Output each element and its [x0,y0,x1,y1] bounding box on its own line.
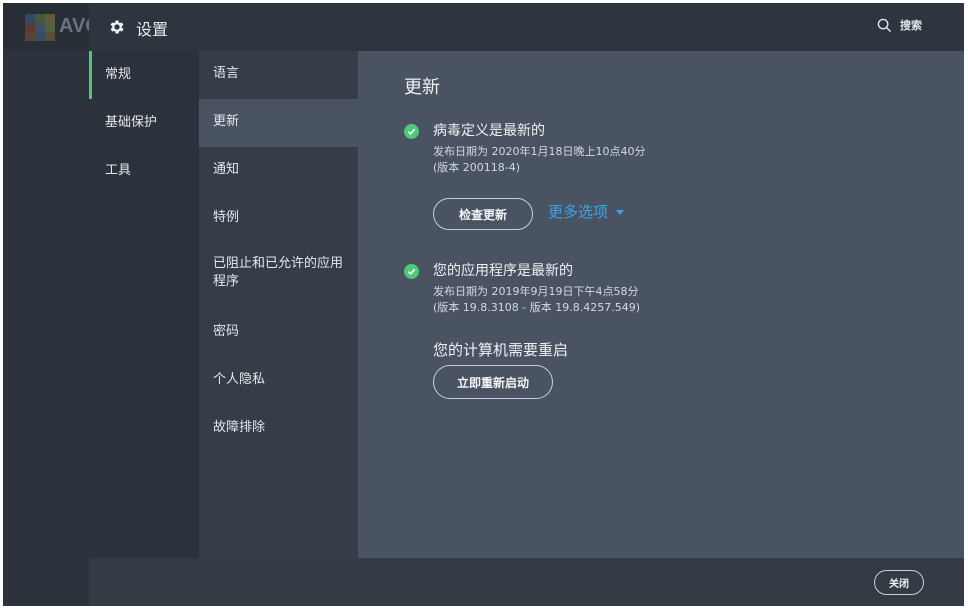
restart-required-text: 您的计算机需要重启 [433,341,569,359]
more-options-label: 更多选项 [548,203,609,221]
subnav-item-label: 已阻止和已允许的应用程序 [213,256,344,289]
restart-now-button[interactable]: 立即重新启动 [433,365,553,399]
subnav-item-notifications[interactable]: 通知 [199,147,358,195]
application-status: 您的应用程序是最新的 发布日期为 2019年9月19日下午4点58分 (版本 1… [404,262,640,316]
nav-item-label: 基础保护 [105,115,158,130]
subnav-item-label: 特例 [213,210,240,225]
subnav-item-label: 通知 [213,162,240,177]
status-heading: 病毒定义是最新的 [433,123,545,139]
dialog-title: 设置 [136,20,169,39]
nav-item-general[interactable]: 常规 [89,51,199,99]
subnav-item-update[interactable]: 更新 [199,99,358,147]
status-body: 病毒定义是最新的 发布日期为 2020年1月18日晚上10点40分 (版本 20… [433,122,645,176]
avg-logo-icon [25,14,55,41]
status-body: 您的应用程序是最新的 发布日期为 2019年9月19日下午4点58分 (版本 1… [433,262,640,316]
background-app-window: AVG [3,3,101,606]
search-label: 搜索 [900,19,922,32]
subnav-item-label: 语言 [213,66,240,81]
release-date: 发布日期为 2019年9月19日下午4点58分 [433,285,639,298]
search-icon [877,18,892,32]
screen: AVG 设置 搜索 常规 基础保护 工具 语言 更新 通知 特例 已阻止和已允许… [3,3,964,606]
subnav-item-privacy[interactable]: 个人隐私 [199,357,358,405]
page-title: 更新 [404,77,440,98]
version-text: (版本 19.8.3108 - 版本 19.8.4257.549) [433,301,640,314]
subnav-item-label: 密码 [213,324,240,339]
more-options-dropdown[interactable]: 更多选项 [548,201,625,222]
subnav-item-blocked-allowed-apps[interactable]: 已阻止和已允许的应用程序 [199,243,358,309]
subnav-item-label: 故障排除 [213,420,266,435]
check-updates-button[interactable]: 检查更新 [433,198,533,230]
settings-dialog: 设置 搜索 常规 基础保护 工具 语言 更新 通知 特例 已阻止和已允许的应用程… [89,3,964,606]
subnav-item-troubleshooting[interactable]: 故障排除 [199,405,358,453]
update-panel: 更新 病毒定义是最新的 发布日期为 2020年1月18日晚上10点40分 (版本… [358,51,964,558]
caret-down-icon [616,210,625,215]
virus-definitions-status: 病毒定义是最新的 发布日期为 2020年1月18日晚上10点40分 (版本 20… [404,122,645,176]
version-text: (版本 200118-4) [433,161,521,174]
nav-item-label: 常规 [105,67,132,82]
secondary-nav: 语言 更新 通知 特例 已阻止和已允许的应用程序 密码 个人隐私 故障排除 [199,51,358,558]
titlebar: 设置 搜索 [89,3,964,51]
nav-item-basic-protection[interactable]: 基础保护 [89,99,199,147]
nav-item-label: 工具 [105,163,132,178]
close-button[interactable]: 关闭 [874,570,924,595]
check-circle-icon [404,264,419,279]
nav-item-tools[interactable]: 工具 [89,147,199,195]
footer: 关闭 [89,558,964,606]
subnav-item-passwords[interactable]: 密码 [199,309,358,357]
primary-nav: 常规 基础保护 工具 [89,51,199,558]
subnav-item-language[interactable]: 语言 [199,51,358,99]
subnav-item-exceptions[interactable]: 特例 [199,195,358,243]
subnav-item-label: 个人隐私 [213,372,266,387]
release-date: 发布日期为 2020年1月18日晚上10点40分 [433,145,646,158]
search-button[interactable]: 搜索 [877,17,922,33]
gear-icon [110,20,124,34]
status-heading: 您的应用程序是最新的 [433,263,573,279]
subnav-item-label: 更新 [213,114,240,129]
check-circle-icon [404,124,419,139]
